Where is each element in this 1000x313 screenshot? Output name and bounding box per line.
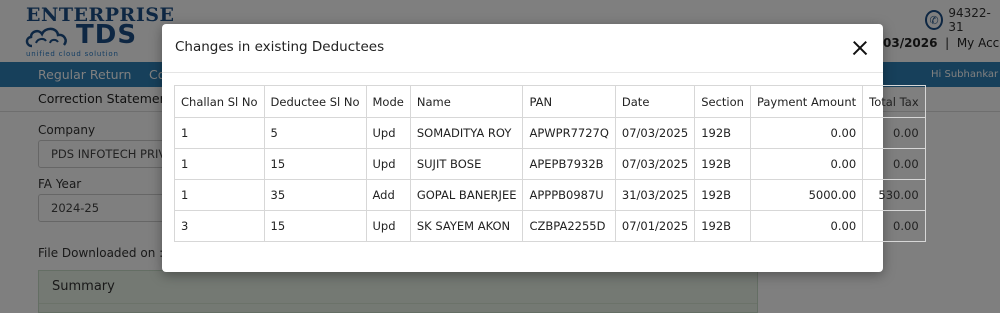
cell-date: 07/03/2025 [614,148,696,180]
column-header: Name [409,85,524,118]
cell-deductee-sl-no: 35 [263,179,367,211]
column-header: Total Tax [862,85,926,118]
cell-payment-amount: 0.00 [749,117,864,149]
cell-mode: Upd [365,210,411,242]
cell-payment-amount: 0.00 [749,148,864,180]
deductees-table: Challan Sl No Deductee Sl No Mode Name P… [174,85,926,242]
column-header: Mode [365,85,411,118]
column-header: PAN [522,85,616,118]
cell-challan-sl-no: 1 [174,179,265,211]
cell-pan: CZBPA2255D [522,210,616,242]
cell-challan-sl-no: 1 [174,117,265,149]
cell-section: 192B [694,210,751,242]
cell-name: SOMADITYA ROY [409,117,524,149]
cell-mode: Upd [365,117,411,149]
table-row: 1 5 Upd SOMADITYA ROY APWPR7727Q 07/03/2… [174,117,926,149]
cell-date: 07/03/2025 [614,117,696,149]
modal-title: Changes in existing Deductees [175,39,385,55]
cell-mode: Upd [365,148,411,180]
cell-payment-amount: 5000.00 [749,179,864,211]
table-row: 1 35 Add GOPAL BANERJEE APPPB0987U 31/03… [174,179,926,211]
cell-deductee-sl-no: 15 [263,148,367,180]
cell-mode: Add [365,179,411,211]
cell-total-tax: 530.00 [862,179,926,211]
cell-total-tax: 0.00 [862,117,926,149]
column-header: Deductee Sl No [263,85,367,118]
cell-name: GOPAL BANERJEE [409,179,524,211]
cell-pan: APEPB7932B [522,148,616,180]
table-header-row: Challan Sl No Deductee Sl No Mode Name P… [174,85,926,118]
cell-pan: APPPB0987U [522,179,616,211]
cell-total-tax: 0.00 [862,210,926,242]
column-header: Payment Amount [749,85,864,118]
cell-name: SK SAYEM AKON [409,210,524,242]
cell-section: 192B [694,179,751,211]
column-header: Date [614,85,696,118]
cell-pan: APWPR7727Q [522,117,616,149]
cell-challan-sl-no: 3 [174,210,265,242]
cell-deductee-sl-no: 15 [263,210,367,242]
cell-total-tax: 0.00 [862,148,926,180]
cell-section: 192B [694,117,751,149]
changes-modal: Changes in existing Deductees Challan Sl… [162,24,926,272]
cell-date: 07/01/2025 [614,210,696,242]
cell-section: 192B [694,148,751,180]
cell-payment-amount: 0.00 [749,210,864,242]
close-icon[interactable] [849,37,871,59]
table-row: 1 15 Upd SUJIT BOSE APEPB7932B 07/03/202… [174,148,926,180]
cell-deductee-sl-no: 5 [263,117,367,149]
table-row: 3 15 Upd SK SAYEM AKON CZBPA2255D 07/01/… [174,210,926,242]
cell-name: SUJIT BOSE [409,148,524,180]
column-header: Challan Sl No [174,85,265,118]
column-header: Section [694,85,751,118]
modal-header: Changes in existing Deductees [162,24,883,73]
cell-challan-sl-no: 1 [174,148,265,180]
cell-date: 31/03/2025 [614,179,696,211]
